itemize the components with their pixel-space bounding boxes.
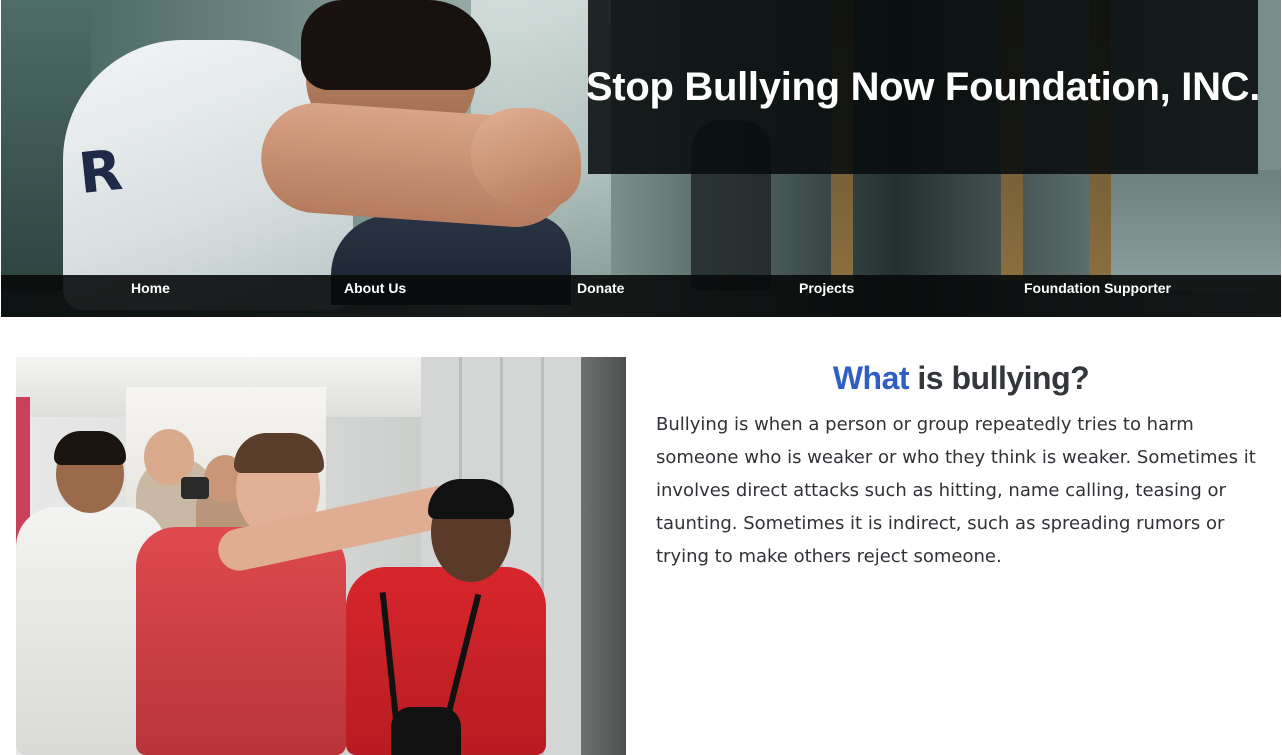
bullying-photo xyxy=(16,357,626,755)
section-heading: What is bullying? xyxy=(656,356,1266,400)
hero-banner: R Stop Bullying Now Foundation, INC. xyxy=(1,0,1281,317)
nav-item-about-us[interactable]: About Us xyxy=(344,275,406,317)
page: R Stop Bullying Now Foundation, INC. Hom… xyxy=(0,0,1282,755)
site-title: Stop Bullying Now Foundation, INC. xyxy=(585,64,1261,109)
site-title-banner: Stop Bullying Now Foundation, INC. xyxy=(585,0,1261,174)
nav-item-donate[interactable]: Donate xyxy=(577,275,624,317)
bullying-definition-paragraph: Bullying is when a person or group repea… xyxy=(656,414,1256,567)
heading-rest: is bullying? xyxy=(917,360,1090,396)
heading-accent-word: What xyxy=(832,360,910,396)
nav-item-home[interactable]: Home xyxy=(131,275,170,317)
nav-item-foundation-supporter[interactable]: Foundation Supporter xyxy=(1024,275,1171,317)
nav-item-projects[interactable]: Projects xyxy=(799,275,854,317)
main-nav: Home About Us Donate Projects Foundation… xyxy=(1,275,1281,317)
